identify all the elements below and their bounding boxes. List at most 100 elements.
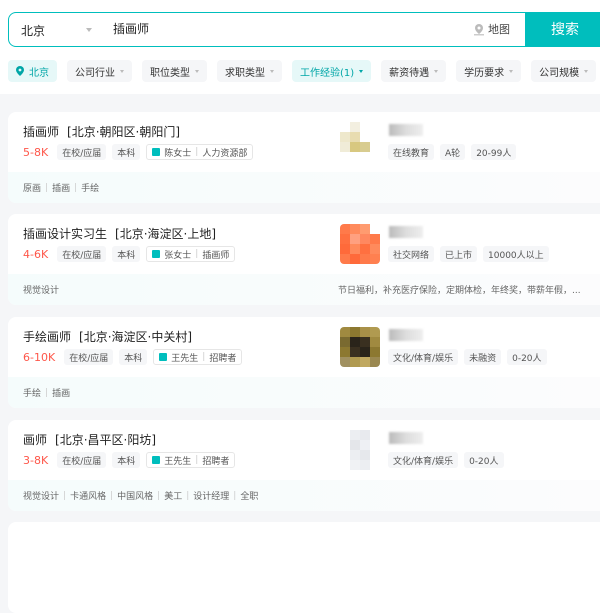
skill-tag: 手绘: [81, 184, 100, 194]
job-title[interactable]: 画师: [23, 433, 47, 447]
job-card-footer: 视觉设计 节日福利，补充医疗保险，定期体检，年终奖，带薪年假，...: [8, 274, 600, 305]
header: 北京 地图 搜索 北京公司行业职位类型求职类型工作经验(1)薪资待遇学历要求公司…: [0, 0, 600, 94]
job-title-line[interactable]: 插画师 [北京·朝阳区·朝阳门]: [23, 123, 180, 140]
filter-label: 职位类型: [150, 67, 190, 79]
job-card-footer: 手绘 | 插画: [8, 377, 600, 408]
company-name-blurred[interactable]: [389, 329, 423, 341]
search-button[interactable]: 搜索: [525, 13, 600, 46]
job-title-line[interactable]: 手绘画师 [北京·海淀区·中关村]: [23, 328, 192, 345]
filter-6[interactable]: 学历要求: [456, 60, 522, 82]
skill-tag: 手绘: [23, 389, 42, 399]
map-button[interactable]: 地图: [473, 21, 510, 37]
filter-3[interactable]: 求职类型: [217, 60, 282, 82]
filter-label: 求职类型: [225, 67, 265, 79]
company-logo[interactable]: [340, 327, 380, 367]
skill-tag: 视觉设计: [23, 492, 60, 502]
filter-7[interactable]: 公司规模: [531, 60, 597, 82]
map-pin-icon: [474, 23, 484, 35]
job-card[interactable]: 画师 [北京·昌平区·阳坊] 3-8K 在校/应届 本科 王先生 | 招聘者 文化/体育/娱乐 0…: [8, 420, 600, 511]
job-tag: 在校/应届: [57, 144, 107, 160]
search-input[interactable]: [113, 21, 453, 35]
filter-label: 学历要求: [464, 67, 505, 79]
job-tag: 在校/应届: [57, 452, 107, 468]
chevron-down-icon[interactable]: [86, 28, 92, 32]
filter-bar: 北京 公司行业 职位类型 求职类型 工作经验(1) 薪资待遇 学历要求 公司规模: [8, 60, 597, 82]
caret-down-icon: [509, 69, 514, 73]
job-card[interactable]: [8, 522, 600, 613]
job-title[interactable]: 插画师: [23, 125, 59, 139]
filter-0[interactable]: 北京: [8, 60, 57, 82]
company-tag: 未融资: [464, 349, 502, 365]
job-tag: 本科: [119, 349, 148, 365]
job-tag: 本科: [112, 246, 141, 262]
company-name-blurred[interactable]: [389, 124, 423, 136]
job-tag: 在校/应届: [64, 349, 114, 365]
filter-label: 薪资待遇: [389, 67, 430, 79]
job-card[interactable]: 插画设计实习生 [北京·海淀区·上地] 4-6K 在校/应届 本科 张女士 | 插画师 社交网络…: [8, 214, 600, 305]
recruiter-title: 人力资源部: [202, 148, 248, 159]
company-name-blurred[interactable]: [389, 226, 423, 238]
skill-tag: 插画: [52, 184, 71, 194]
skill-tag: 美工: [164, 492, 183, 502]
map-label: 地图: [488, 23, 510, 36]
job-title[interactable]: 插画设计实习生: [23, 227, 107, 241]
filter-label: 北京: [29, 67, 49, 79]
recruiter-chat-button[interactable]: 张女士 | 插画师: [146, 246, 236, 262]
caret-down-icon: [195, 69, 199, 73]
job-card-footer: 视觉设计 | 卡通风格 | 中国风格 | 美工 | 设计经理 | 全职: [8, 480, 600, 511]
city-select[interactable]: 北京: [21, 22, 45, 39]
job-title-line[interactable]: 画师 [北京·昌平区·阳坊]: [23, 431, 156, 448]
recruiter-title: 招聘者: [202, 456, 230, 467]
job-card-header[interactable]: 插画师 [北京·朝阳区·朝阳门] 5-8K 在校/应届 本科 陈女士 | 人力资源部 在线教育 A…: [8, 112, 600, 172]
recruiter-name: 王先生: [171, 353, 199, 364]
job-card[interactable]: 插画师 [北京·朝阳区·朝阳门] 5-8K 在校/应届 本科 陈女士 | 人力资源部 在线教育 A…: [8, 112, 600, 203]
company-name-blurred[interactable]: [389, 432, 423, 444]
company-tag: 0-20人: [507, 349, 547, 365]
chat-icon: [159, 353, 168, 361]
job-tag: 在校/应届: [57, 246, 107, 262]
recruiter-title: 招聘者: [209, 353, 237, 364]
recruiter-chat-button[interactable]: 陈女士 | 人力资源部: [146, 144, 254, 160]
recruiter-name: 陈女士: [164, 148, 192, 159]
job-card-header[interactable]: 插画设计实习生 [北京·海淀区·上地] 4-6K 在校/应届 本科 张女士 | 插画师 社交网络…: [8, 214, 600, 274]
filter-1[interactable]: 公司行业: [67, 60, 132, 82]
chat-icon: [152, 148, 161, 156]
caret-down-icon: [270, 69, 274, 73]
company-tag: 20-99人: [471, 144, 517, 160]
recruiter-title: 插画师: [202, 250, 230, 261]
salary: 4-6K: [23, 247, 49, 261]
chat-icon: [152, 250, 161, 258]
job-card-header[interactable]: 画师 [北京·昌平区·阳坊] 3-8K 在校/应届 本科 王先生 | 招聘者 文化/体育/娱乐 0…: [8, 420, 600, 480]
location-pin-icon: [16, 66, 24, 76]
recruiter-chat-button[interactable]: 王先生 | 招聘者: [146, 452, 236, 468]
filter-5[interactable]: 薪资待遇: [381, 60, 447, 82]
caret-down-icon: [584, 69, 589, 73]
caret-down-icon: [120, 69, 124, 73]
filter-label: 公司规模: [539, 67, 580, 79]
skill-tag: 视觉设计: [23, 286, 60, 296]
filter-label: 工作经验(1): [300, 67, 355, 79]
job-title[interactable]: 手绘画师: [23, 330, 71, 344]
company-tag: 在线教育: [388, 144, 435, 160]
welfare-text: 节日福利，补充医疗保险，定期体检，年终奖，带薪年假，...: [338, 286, 581, 296]
job-location: [北京·海淀区·上地]: [115, 227, 217, 241]
company-tag: 社交网络: [388, 246, 435, 262]
job-title-line[interactable]: 插画设计实习生 [北京·海淀区·上地]: [23, 225, 216, 242]
company-logo[interactable]: [340, 122, 380, 162]
skill-tag: 全职: [240, 492, 259, 502]
filter-4[interactable]: 工作经验(1): [292, 60, 372, 82]
skill-tag: 卡通风格: [70, 492, 107, 502]
filter-2[interactable]: 职位类型: [142, 60, 207, 82]
job-card-footer: 原画 | 插画 | 手绘: [8, 172, 600, 203]
recruiter-chat-button[interactable]: 王先生 | 招聘者: [153, 349, 243, 365]
job-tag: 本科: [112, 144, 141, 160]
job-card[interactable]: 手绘画师 [北京·海淀区·中关村] 6-10K 在校/应届 本科 王先生 | 招聘者 文化/体育…: [8, 317, 600, 408]
salary: 5-8K: [23, 145, 49, 159]
company-logo[interactable]: [340, 430, 380, 470]
company-tag: A轮: [440, 144, 466, 160]
job-card-header[interactable]: 手绘画师 [北京·海淀区·中关村] 6-10K 在校/应届 本科 王先生 | 招聘者 文化/体育…: [8, 317, 600, 377]
salary: 3-8K: [23, 453, 49, 467]
company-logo[interactable]: [340, 224, 380, 264]
company-tag: 0-20人: [464, 452, 504, 468]
job-location: [北京·海淀区·中关村]: [79, 330, 193, 344]
